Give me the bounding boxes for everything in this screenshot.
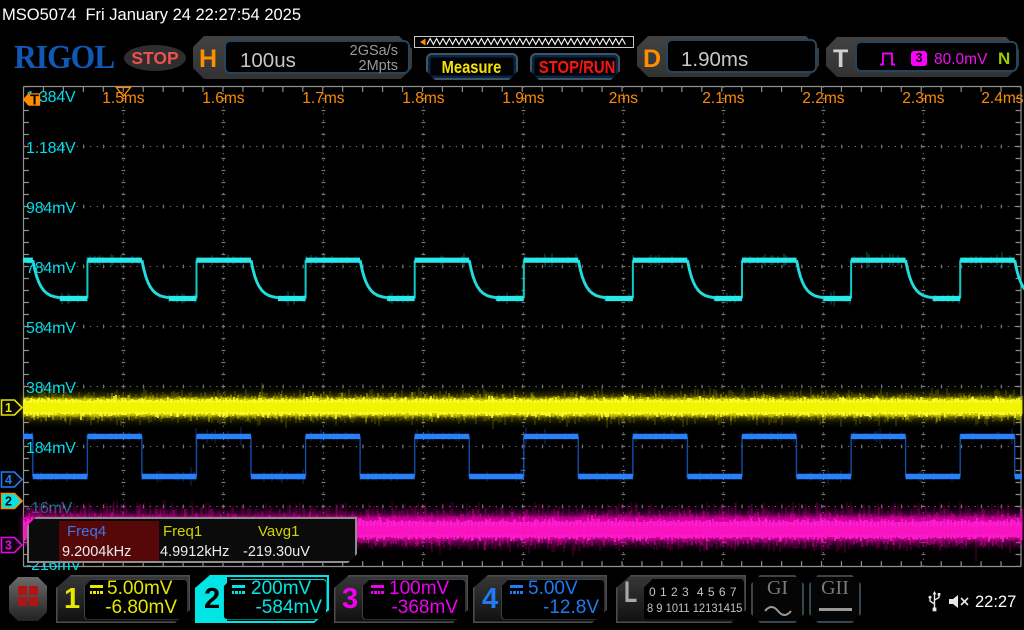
svg-text:984mV: 984mV [26, 200, 76, 217]
svg-text:2.3ms: 2.3ms [902, 90, 944, 107]
svg-text:1: 1 [5, 401, 12, 415]
svg-text:1.9ms: 1.9ms [502, 90, 544, 107]
svg-text:384mV: 384mV [26, 380, 76, 397]
svg-text:1.7ms: 1.7ms [302, 90, 344, 107]
svg-text:2.1ms: 2.1ms [702, 90, 744, 107]
svg-text:2ms: 2ms [609, 90, 639, 107]
svg-text:184mV: 184mV [26, 440, 76, 457]
svg-text:784mV: 784mV [26, 260, 76, 277]
svg-text:1.8ms: 1.8ms [402, 90, 444, 107]
svg-text:2.2ms: 2.2ms [802, 90, 844, 107]
svg-text:3: 3 [5, 539, 12, 553]
svg-text:2: 2 [5, 495, 12, 509]
svg-text:2.4ms: 2.4ms [981, 90, 1023, 107]
svg-text:T: T [30, 93, 39, 109]
svg-text:4: 4 [5, 473, 12, 487]
svg-text:584mV: 584mV [26, 320, 76, 337]
svg-text:1.5ms: 1.5ms [102, 90, 144, 107]
svg-text:1.184V: 1.184V [26, 140, 76, 157]
svg-text:1.6ms: 1.6ms [202, 90, 244, 107]
